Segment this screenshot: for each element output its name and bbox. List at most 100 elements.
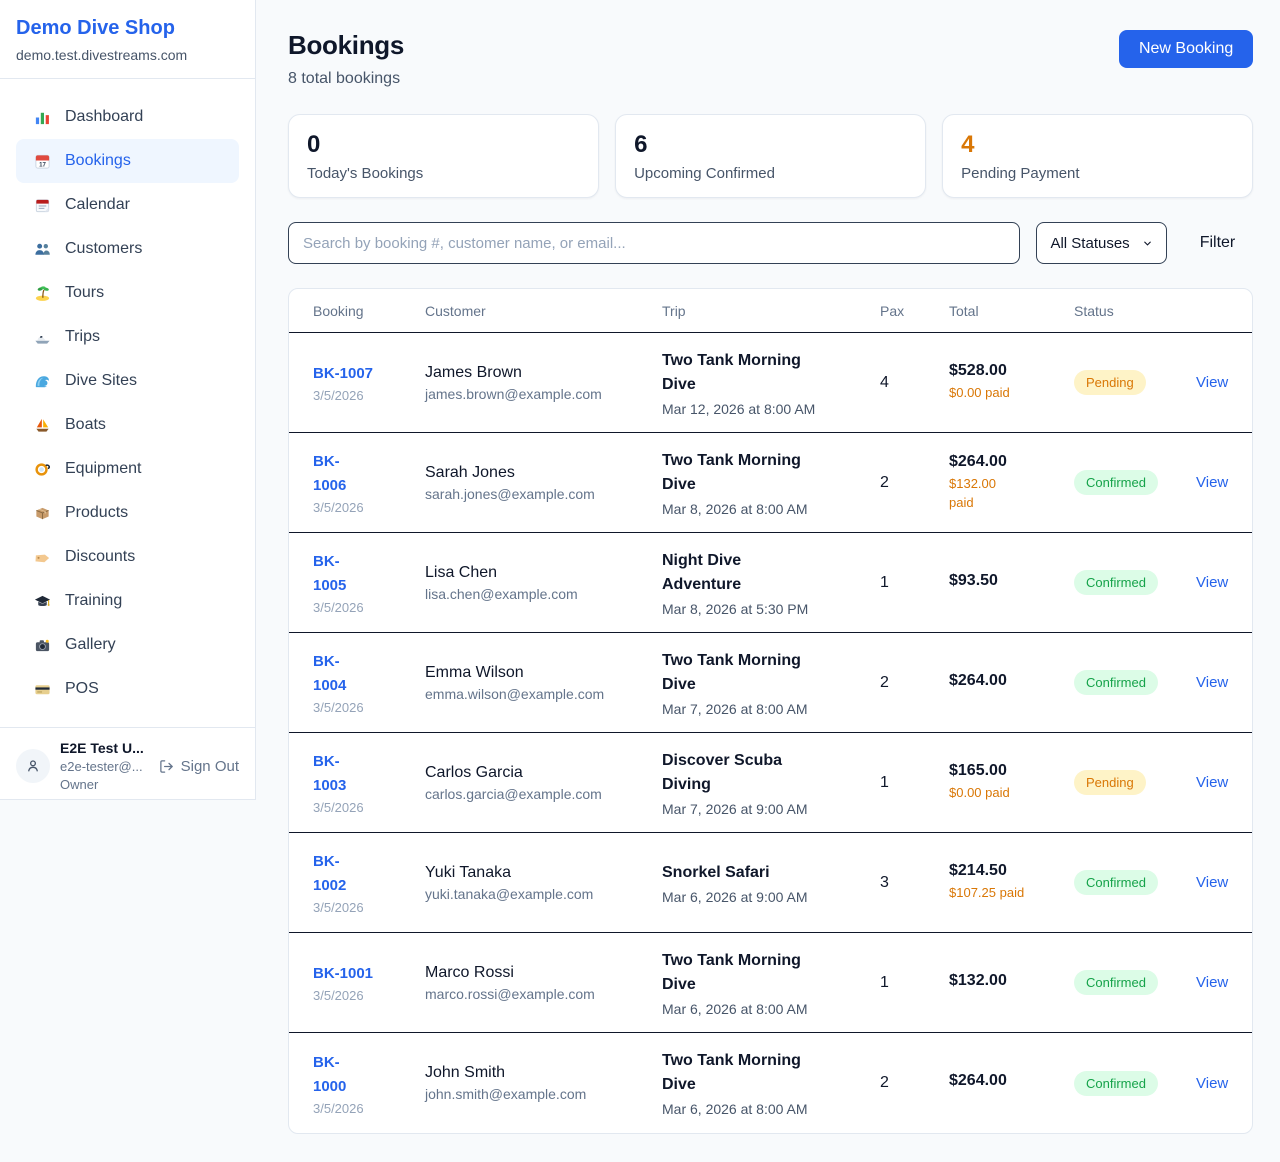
customer-email: emma.wilson@example.com	[425, 686, 662, 702]
stat-label: Today's Bookings	[307, 165, 580, 182]
booking-number-link[interactable]: BK-1002	[313, 850, 355, 898]
sidebar-item-dive-sites[interactable]: Dive Sites	[16, 359, 239, 403]
booking-number-link[interactable]: BK-1007	[313, 362, 425, 386]
trip-datetime: Mar 6, 2026 at 8:00 AM	[662, 1101, 880, 1117]
view-link[interactable]: View	[1196, 774, 1228, 791]
sidebar-item-training[interactable]: Training	[16, 579, 239, 623]
paid-amount: $132.00 paid	[949, 475, 1007, 513]
view-link[interactable]: View	[1196, 574, 1228, 591]
stat-value: 6	[634, 132, 907, 158]
paid-amount: $0.00 paid	[949, 784, 1074, 803]
booking-date: 3/5/2026	[313, 388, 425, 403]
sidebar-item-label: Dive Sites	[65, 372, 137, 390]
filter-controls: All Statuses Filter	[288, 222, 1253, 264]
status-badge: Confirmed	[1074, 970, 1158, 995]
view-link[interactable]: View	[1196, 674, 1228, 691]
stat-card-todays-bookings: 0 Today's Bookings	[288, 114, 599, 198]
stat-value: 4	[961, 132, 1234, 158]
column-header-trip: Trip	[662, 303, 880, 319]
status-badge: Confirmed	[1074, 470, 1158, 495]
bookings-table: Booking Customer Trip Pax Total Status B…	[288, 288, 1253, 1134]
total-amount: $93.50	[949, 572, 1074, 590]
credit-card-icon	[32, 680, 52, 698]
customer-name: Emma Wilson	[425, 664, 662, 682]
sidebar-item-calendar[interactable]: Calendar	[16, 183, 239, 227]
table-row: BK-10073/5/2026 James Brownjames.brown@e…	[289, 333, 1252, 433]
view-link[interactable]: View	[1196, 874, 1228, 891]
page-subtitle: 8 total bookings	[288, 70, 404, 88]
table-row: BK-10053/5/2026 Lisa Chenlisa.chen@examp…	[289, 533, 1252, 633]
sidebar-item-dashboard[interactable]: Dashboard	[16, 95, 239, 139]
filter-button[interactable]: Filter	[1200, 234, 1236, 252]
graduation-cap-icon	[32, 592, 52, 610]
booking-number-link[interactable]: BK-1000	[313, 1051, 355, 1099]
speedboat-icon	[32, 328, 52, 346]
table-row: BK-1000 3/5/2026 John Smith john.smith@exa…	[289, 1033, 1252, 1133]
sidebar-item-tours[interactable]: Tours	[16, 271, 239, 315]
booking-date: 3/5/2026	[313, 1101, 425, 1116]
customer-email: sarah.jones@example.com	[425, 486, 662, 502]
user-name: E2E Test U...	[60, 740, 149, 756]
new-booking-button[interactable]: New Booking	[1119, 30, 1253, 68]
pax-count: 2	[880, 474, 949, 492]
logout-icon	[159, 759, 174, 774]
booking-number-link[interactable]: BK-1001	[313, 962, 425, 986]
shop-domain: demo.test.divestreams.com	[16, 47, 239, 63]
customer-email: john.smith@example.com	[425, 1086, 662, 1102]
sidebar-item-label: Customers	[65, 240, 142, 258]
island-icon	[32, 284, 52, 302]
trip-datetime: Mar 7, 2026 at 9:00 AM	[662, 801, 880, 817]
customer-email: yuki.tanaka@example.com	[425, 886, 662, 902]
calendar-date-icon: 17	[32, 152, 52, 170]
sidebar-item-label: Products	[65, 504, 128, 522]
booking-date: 3/5/2026	[313, 600, 425, 615]
table-row: BK-10033/5/2026 Carlos Garciacarlos.garc…	[289, 733, 1252, 833]
sidebar-item-customers[interactable]: Customers	[16, 227, 239, 271]
search-input[interactable]	[288, 222, 1020, 264]
sign-out-button[interactable]: Sign Out	[159, 758, 239, 775]
status-filter-value: All Statuses	[1050, 235, 1129, 252]
status-filter-select[interactable]: All Statuses	[1036, 222, 1166, 264]
sidebar-item-label: Training	[65, 592, 122, 610]
tear-off-calendar-icon	[32, 196, 52, 214]
status-badge: Confirmed	[1074, 1071, 1158, 1096]
view-link[interactable]: View	[1196, 1075, 1228, 1092]
booking-number-link[interactable]: BK-1006	[313, 450, 355, 498]
sidebar-item-products[interactable]: Products	[16, 491, 239, 535]
user-role: Owner	[60, 777, 149, 792]
sidebar-item-trips[interactable]: Trips	[16, 315, 239, 359]
svg-text:17: 17	[39, 161, 46, 168]
paid-amount: $107.25 paid	[949, 884, 1074, 903]
sidebar-item-label: POS	[65, 680, 99, 698]
booking-date: 3/5/2026	[313, 988, 425, 1003]
status-badge: Confirmed	[1074, 670, 1158, 695]
sidebar-item-bookings[interactable]: 17 Bookings	[16, 139, 239, 183]
sidebar-item-pos[interactable]: POS	[16, 667, 239, 711]
trip-name: Two Tank Morning Dive	[662, 449, 820, 497]
trip-datetime: Mar 7, 2026 at 8:00 AM	[662, 701, 880, 717]
sidebar-item-discounts[interactable]: Discounts	[16, 535, 239, 579]
booking-number-link[interactable]: BK-1005	[313, 550, 355, 598]
trip-name: Two Tank Morning Dive	[662, 649, 820, 697]
avatar	[16, 749, 50, 783]
status-badge: Pending	[1074, 770, 1146, 795]
trip-name: Two Tank Morning Dive	[662, 1049, 820, 1097]
customer-name: James Brown	[425, 364, 662, 382]
sidebar-item-equipment[interactable]: Equipment	[16, 447, 239, 491]
sidebar-nav: Dashboard 17 Bookings Calendar Customers…	[0, 79, 255, 727]
trip-datetime: Mar 6, 2026 at 9:00 AM	[662, 889, 880, 905]
shop-name: Demo Dive Shop	[16, 17, 239, 40]
view-link[interactable]: View	[1196, 474, 1228, 491]
sidebar-item-gallery[interactable]: Gallery	[16, 623, 239, 667]
sidebar-item-label: Trips	[65, 328, 100, 346]
main-content: Bookings 8 total bookings New Booking 0 …	[256, 0, 1280, 1162]
sidebar-item-label: Bookings	[65, 152, 131, 170]
booking-number-link[interactable]: BK-1004	[313, 650, 355, 698]
total-amount: $214.50	[949, 862, 1074, 880]
view-link[interactable]: View	[1196, 974, 1228, 991]
customer-name: John Smith	[425, 1064, 662, 1082]
view-link[interactable]: View	[1196, 374, 1228, 391]
sidebar-item-boats[interactable]: Boats	[16, 403, 239, 447]
booking-number-link[interactable]: BK-1003	[313, 750, 355, 798]
table-header-row: Booking Customer Trip Pax Total Status	[289, 289, 1252, 333]
